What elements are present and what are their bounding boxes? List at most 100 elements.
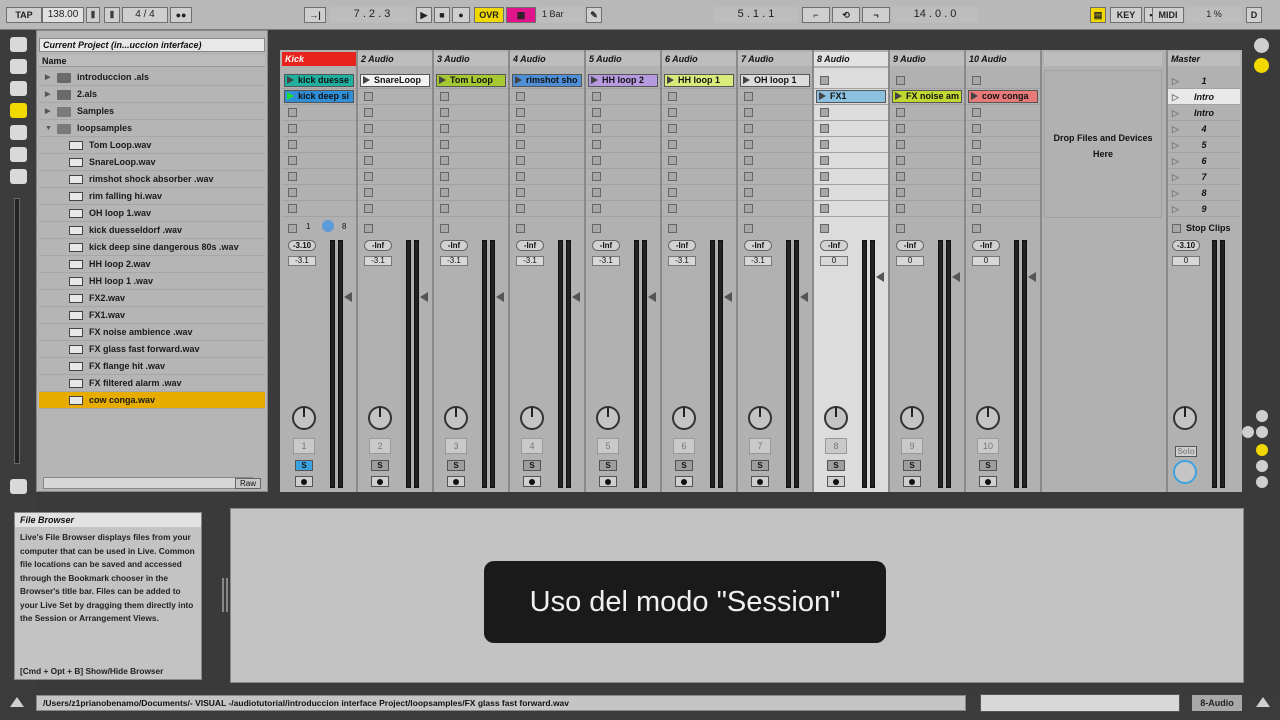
expand-arrow-icon[interactable]: ▶ [45,103,50,120]
clip-slot[interactable] [282,169,356,185]
expand-arrow-icon[interactable]: ▶ [45,86,50,103]
clip-slot[interactable] [510,121,584,137]
overview-minimap[interactable] [980,694,1180,712]
clip-slot[interactable] [510,73,584,89]
stop-clips-label[interactable]: Stop Clips [1186,223,1231,233]
scene-launch[interactable]: ▷ 8 [1168,185,1240,201]
arm-button[interactable] [523,476,541,487]
volume-fader-handle[interactable] [648,292,656,302]
track-pan[interactable]: -3.1 [288,256,316,266]
nudge-down-icon[interactable]: ⦀ [86,7,100,23]
clip-slot[interactable] [662,185,736,201]
browser-item[interactable]: cow conga.wav [39,392,265,409]
tap-button[interactable]: TAP [6,7,42,23]
play-icon[interactable]: ▶ [416,7,432,23]
cue-knob[interactable] [1173,406,1197,430]
track-volume[interactable]: -Inf [896,240,924,251]
clip-slot[interactable] [586,89,660,105]
clip-slot[interactable] [890,105,964,121]
track-header[interactable]: 7 Audio [738,52,812,66]
track-header[interactable]: 9 Audio [890,52,964,66]
browser-item[interactable]: HH loop 2.wav [39,256,265,273]
track-pan[interactable]: -3.1 [364,256,392,266]
clip-slot[interactable] [282,73,356,89]
track-pan[interactable]: 0 [896,256,924,266]
scene-launch[interactable]: ▷ 5 [1168,137,1240,153]
master-solo-button[interactable]: Solo [1175,446,1197,457]
arm-button[interactable] [675,476,693,487]
browser-item[interactable]: HH loop 1 .wav [39,273,265,290]
io-toggle-icon[interactable] [1256,410,1268,422]
track-header[interactable]: 8 Audio [814,52,888,66]
scene-launch-icon[interactable]: ▷ [1172,201,1179,217]
clip-slot[interactable] [586,121,660,137]
track-activator[interactable]: 1 [293,438,315,454]
clip-slot[interactable] [358,121,432,137]
clip-slot[interactable] [586,105,660,121]
key-map-button[interactable]: KEY [1110,7,1142,23]
track-header[interactable]: 2 Audio [358,52,432,66]
clip-slot[interactable] [358,201,432,217]
clip-slot[interactable] [738,73,812,89]
track-stop-button[interactable] [364,224,373,233]
arm-button[interactable] [371,476,389,487]
clip-slot[interactable] [434,137,508,153]
track-stop-button[interactable] [592,224,601,233]
punch-out-icon[interactable]: ¬ [862,7,890,23]
clip-slot[interactable] [890,73,964,89]
track-pan[interactable]: -3.1 [668,256,696,266]
volume-fader-handle[interactable] [420,292,428,302]
track-volume[interactable]: -Inf [440,240,468,251]
raw-button[interactable]: Raw [235,478,261,489]
browser-item[interactable]: SnareLoop.wav [39,154,265,171]
browser-item[interactable]: FX noise ambience .wav [39,324,265,341]
browser-item[interactable]: FX filtered alarm .wav [39,375,265,392]
crossfader-toggle-icon[interactable] [1256,476,1268,488]
session-view-icon[interactable] [1254,58,1269,73]
solo-button[interactable]: S [675,460,693,471]
clip-slot[interactable] [814,105,888,121]
scene-launch-icon[interactable]: ▷ [1172,121,1179,137]
solo-button[interactable]: S [903,460,921,471]
clip-slot[interactable] [966,137,1040,153]
clip-slot[interactable] [434,201,508,217]
solo-button[interactable]: S [523,460,541,471]
scene-launch-icon[interactable]: ▷ [1172,73,1179,89]
browser-item[interactable]: FX glass fast forward.wav [39,341,265,358]
tempo-field[interactable]: 138.00 [42,7,84,23]
browser-scrollbar[interactable] [14,198,20,464]
send-knob[interactable] [368,406,392,430]
browser-item[interactable]: ▼ loopsamples [39,120,265,137]
camera-icon[interactable] [10,125,27,140]
scene-launch-icon[interactable]: ▷ [1172,169,1179,185]
arm-button[interactable] [979,476,997,487]
preview-scrubber[interactable] [43,477,253,489]
expand-arrow-icon[interactable]: ▶ [45,69,50,86]
browser-item[interactable]: kick deep sine dangerous 80s .wav [39,239,265,256]
live-devices-icon[interactable] [10,59,27,74]
clip-slot[interactable] [434,121,508,137]
column-header-name[interactable]: Name [39,55,265,67]
browser-item[interactable]: OH loop 1.wav [39,205,265,222]
arrangement-view-icon[interactable] [1254,38,1269,53]
track-header[interactable]: 10 Audio [966,52,1040,66]
track-pan[interactable]: -3.1 [440,256,468,266]
track-header[interactable]: 5 Audio [586,52,660,66]
bookmark-chooser[interactable]: Current Project (in...uccion interface) [39,38,265,52]
track-pan[interactable]: 0 [972,256,1000,266]
arm-button[interactable] [827,476,845,487]
scene-launch[interactable]: ▷ 4 [1168,121,1240,137]
track-header[interactable]: 4 Audio [510,52,584,66]
arm-button[interactable] [751,476,769,487]
track-header[interactable]: 6 Audio [662,52,736,66]
clip-slot[interactable] [738,169,812,185]
refresh-icon[interactable] [10,169,27,184]
clip-slot[interactable] [358,89,432,105]
key-map-icon[interactable]: ▤ [1090,7,1106,23]
show-info-icon[interactable] [10,697,24,707]
clip-slot[interactable] [966,169,1040,185]
track-stop-button[interactable] [288,224,297,233]
browser-item[interactable]: rimshot shock absorber .wav [39,171,265,188]
send-knob[interactable] [824,406,848,430]
solo-button[interactable]: S [371,460,389,471]
